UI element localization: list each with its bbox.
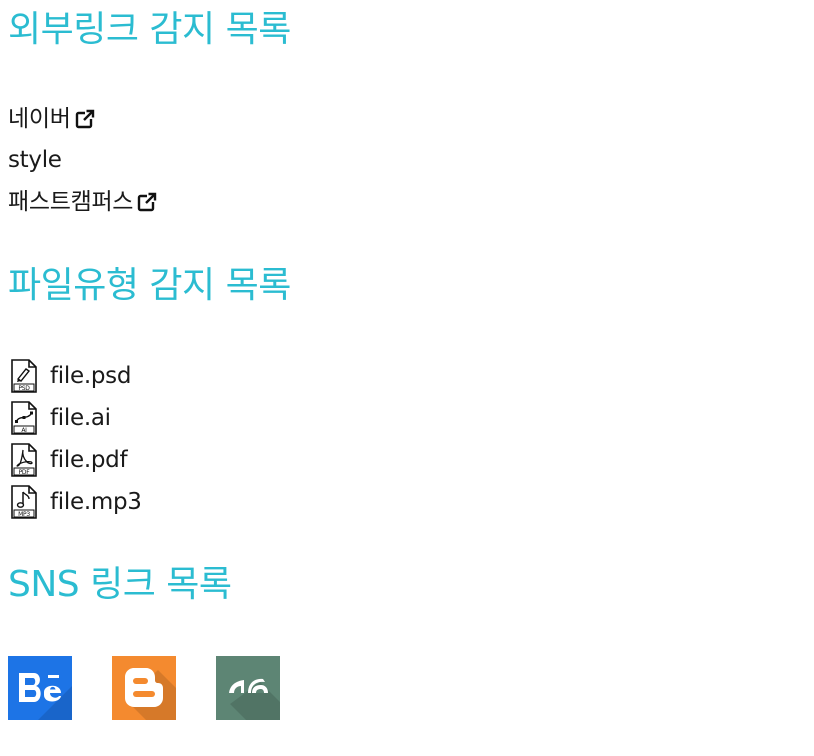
ai-file-link[interactable]: AI file.ai: [10, 401, 111, 435]
list-item: PDF file.pdf: [10, 443, 128, 477]
psd-file-link[interactable]: PSD file.psd: [10, 359, 131, 393]
pdf-badge-text: PDF: [19, 469, 31, 476]
list-item: PSD file.psd: [10, 359, 131, 393]
psd-file-icon: PSD: [11, 359, 37, 393]
list-item: 패스트캠퍼스: [8, 187, 158, 217]
behance-icon: [19, 673, 72, 720]
external-link-icon: [75, 109, 94, 129]
list-item: MP3 file.mp3: [10, 485, 142, 519]
list-item: style: [8, 145, 62, 175]
deviantart-link[interactable]: [216, 656, 280, 720]
fastcampus-link[interactable]: 패스트캠퍼스: [8, 187, 158, 217]
file-name-label: file.psd: [50, 363, 132, 389]
naver-link-label: 네이버: [8, 106, 71, 132]
file-name-label: file.mp3: [50, 489, 142, 515]
blogger-link[interactable]: [112, 656, 176, 720]
mp3-file-link[interactable]: MP3 file.mp3: [10, 485, 142, 519]
pdf-file-icon: PDF: [11, 443, 37, 477]
file-name-label: file.ai: [50, 405, 111, 431]
file-name-label: file.pdf: [50, 447, 128, 473]
ai-badge-text: AI: [21, 427, 27, 434]
fastcampus-link-label: 패스트캠퍼스: [8, 189, 134, 215]
external-links-heading: 외부링크 감지 목록: [8, 9, 291, 50]
list-item: AI file.ai: [10, 401, 111, 435]
ai-file-icon: AI: [11, 401, 37, 435]
mp3-file-icon: MP3: [11, 485, 37, 519]
style-link-label: style: [8, 147, 62, 173]
pdf-file-link[interactable]: PDF file.pdf: [10, 443, 128, 477]
blogger-icon: [125, 668, 176, 720]
sns-heading: SNS 링크 목록: [8, 564, 232, 605]
external-link-icon: [137, 192, 157, 212]
naver-link[interactable]: 네이버: [8, 104, 96, 134]
style-link[interactable]: style: [8, 145, 62, 175]
filetype-heading: 파일유형 감지 목록: [8, 265, 291, 306]
deviantart-icon: [229, 678, 280, 720]
behance-link[interactable]: [8, 656, 72, 720]
psd-badge-text: PSD: [18, 385, 30, 392]
mp3-badge-text: MP3: [18, 511, 30, 518]
list-item: 네이버: [8, 104, 96, 134]
